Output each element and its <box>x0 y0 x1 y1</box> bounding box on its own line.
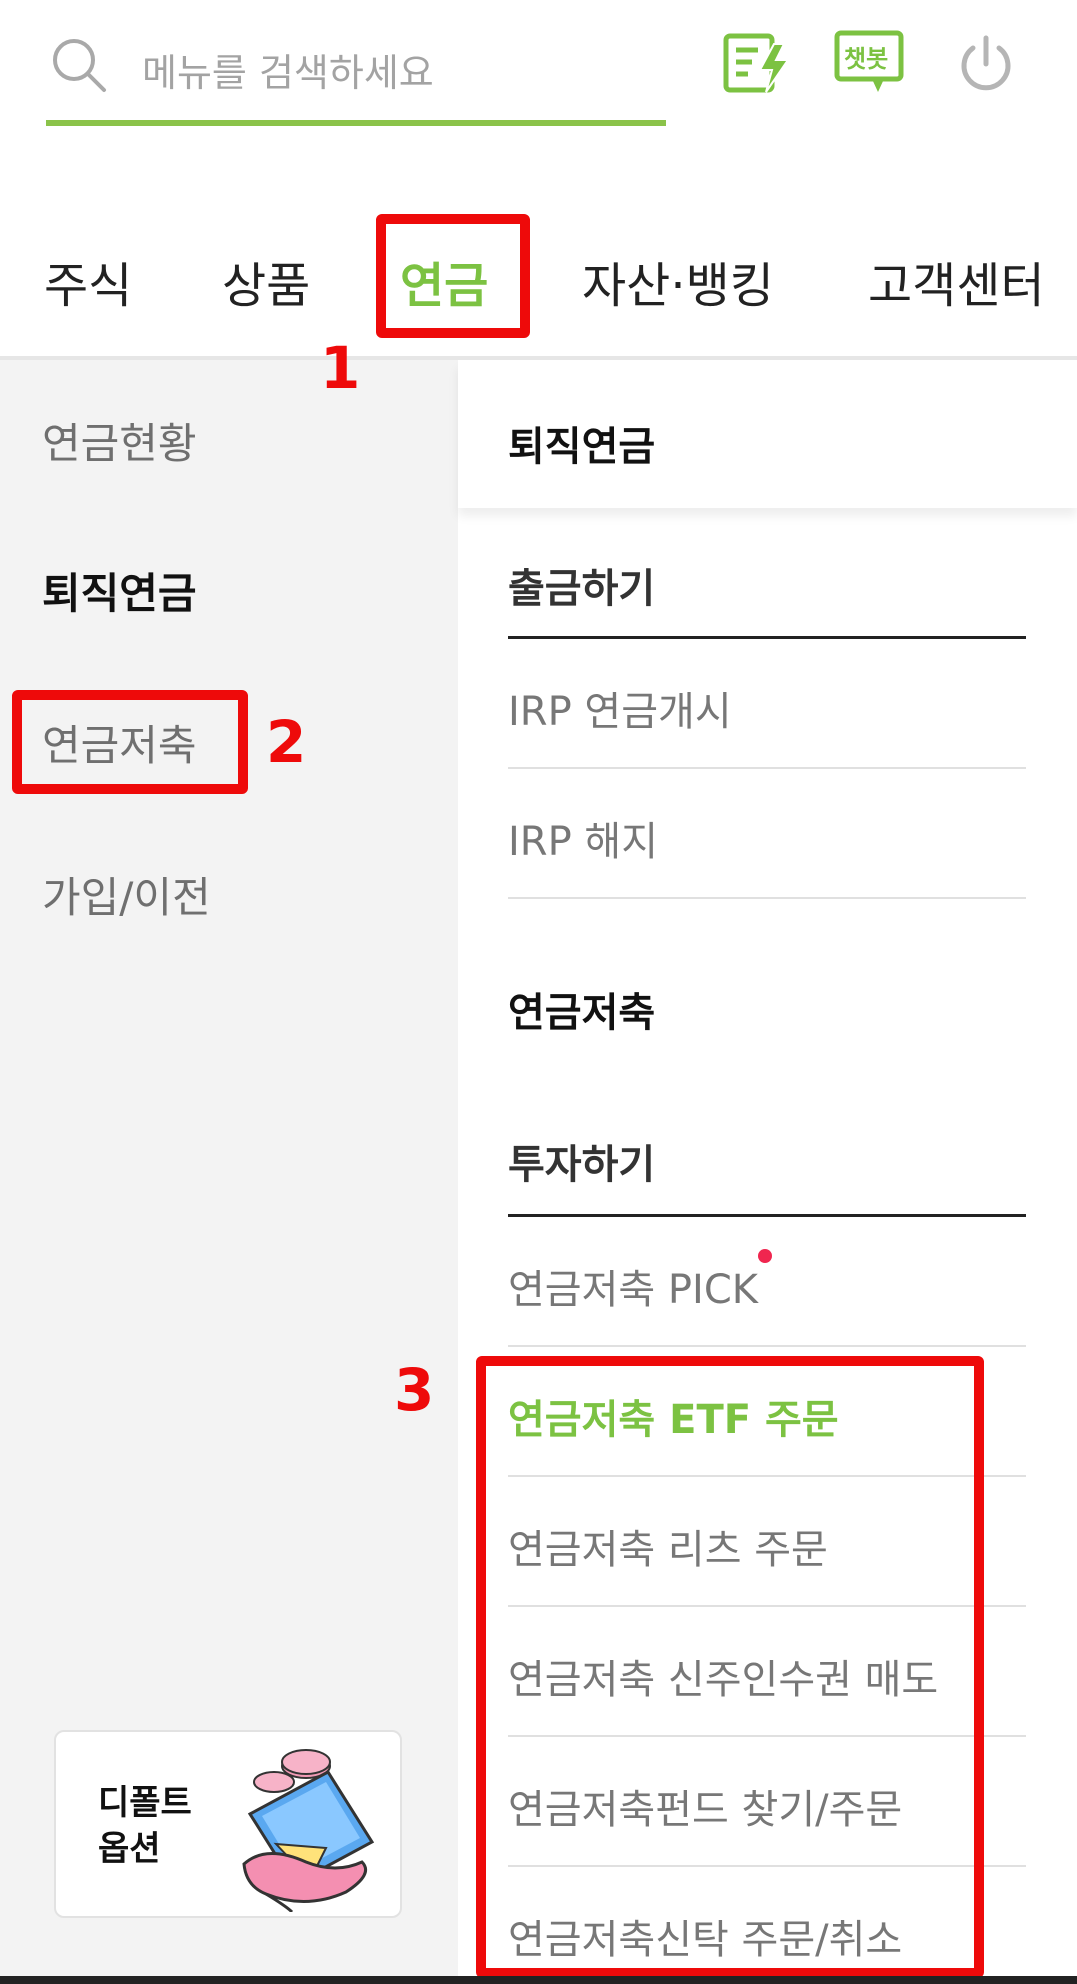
menu-item-savings-fund-order[interactable]: 연금저축펀드 찾기/주문 <box>508 1737 1026 1867</box>
menu-item-label: 연금저축 신주인수권 매도 <box>508 1657 939 1703</box>
top-bar: 챗봇 <box>0 0 1077 140</box>
group-title-invest: 투자하기 <box>508 1142 656 1188</box>
menu-item-savings-rights-sell[interactable]: 연금저축 신주인수권 매도 <box>508 1607 1026 1737</box>
annotation-number-3: 3 <box>394 1356 435 1424</box>
menu-item-irp-termination[interactable]: IRP 해지 <box>508 769 1026 899</box>
tab-assets-banking[interactable]: 자산·뱅킹 <box>582 246 774 316</box>
menu-item-savings-etf-order[interactable]: 연금저축 ETF 주문 <box>508 1347 1026 1477</box>
side-item-retirement-pension[interactable]: 퇴직연금 <box>42 560 197 621</box>
side-item-pension-status[interactable]: 연금현황 <box>42 410 197 471</box>
annotation-number-1: 1 <box>320 334 361 402</box>
section-title-retirement: 퇴직연금 <box>508 424 656 470</box>
annotation-number-2: 2 <box>266 708 307 776</box>
menu-item-label: 연금저축 PICK <box>508 1267 758 1313</box>
side-menu: 연금현황 퇴직연금 연금저축 가입/이전 디폴트 옵션 <box>0 360 458 1984</box>
search-box[interactable] <box>46 18 666 128</box>
power-icon[interactable] <box>951 30 1021 96</box>
section-title-savings: 연금저축 <box>508 990 656 1036</box>
menu-item-savings-trust-order[interactable]: 연금저축신탁 주문/취소 <box>508 1867 1026 1984</box>
retirement-section-header: 퇴직연금 <box>458 360 1077 508</box>
menu-item-label: IRP 연금개시 <box>508 689 732 735</box>
search-underline <box>46 120 666 126</box>
menu-item-savings-reits-order[interactable]: 연금저축 리츠 주문 <box>508 1477 1026 1607</box>
quick-memo-icon[interactable] <box>722 30 792 96</box>
default-option-title: 디폴트 옵션 <box>98 1783 192 1869</box>
tab-products[interactable]: 상품 <box>222 246 310 316</box>
item-divider <box>508 897 1026 899</box>
menu-item-label: 연금저축 리츠 주문 <box>508 1527 828 1573</box>
tab-stocks[interactable]: 주식 <box>44 246 132 316</box>
side-item-pension-savings[interactable]: 연금저축 <box>42 712 197 773</box>
menu-item-label: 연금저축 ETF 주문 <box>508 1397 839 1443</box>
default-option-card[interactable]: 디폴트 옵션 <box>54 1730 402 1918</box>
menu-item-savings-pick[interactable]: 연금저축 PICK <box>508 1217 1026 1347</box>
tab-pension[interactable]: 연금 <box>400 246 488 316</box>
bottom-edge <box>0 1976 1077 1984</box>
menu-item-irp-annuity-start[interactable]: IRP 연금개시 <box>508 639 1026 769</box>
chatbot-label: 챗봇 <box>844 45 889 73</box>
side-item-join-transfer[interactable]: 가입/이전 <box>42 864 211 925</box>
menu-item-label: 연금저축펀드 찾기/주문 <box>508 1787 903 1833</box>
search-icon[interactable] <box>50 36 108 94</box>
search-input[interactable] <box>142 48 642 98</box>
submenu-panel: 퇴직연금 출금하기 IRP 연금개시 IRP 해지 연금저축 투자하기 연금저축… <box>458 360 1077 1984</box>
menu-item-label: IRP 해지 <box>508 819 659 865</box>
hand-card-illustration <box>242 1749 375 1912</box>
new-badge <box>758 1249 772 1263</box>
main-tabs: 주식 상품 연금 자산·뱅킹 고객센터 <box>0 200 1077 360</box>
chatbot-icon[interactable]: 챗봇 <box>834 30 904 96</box>
menu-item-label: 연금저축신탁 주문/취소 <box>508 1917 903 1963</box>
tab-customer-center[interactable]: 고객센터 <box>868 246 1045 316</box>
group-title-withdraw: 출금하기 <box>508 566 656 612</box>
